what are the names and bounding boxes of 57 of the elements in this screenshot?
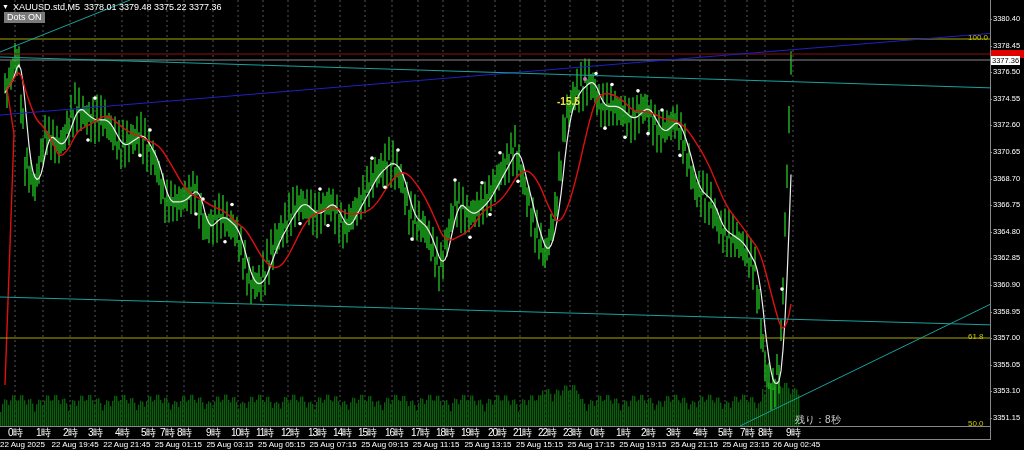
time-axis-label: 26 Aug 02:45 [773,440,821,450]
hour-label: 8時 [758,427,772,439]
hour-label: 3時 [666,427,680,439]
hour-label: 3時 [88,427,102,439]
hour-label: 14時 [333,427,352,439]
time-axis-label: 25 Aug 19:15 [619,440,667,450]
dots-toggle-button[interactable]: Dots ON [4,12,45,23]
hour-label: 2時 [63,427,77,439]
hour-label: 17時 [411,427,430,439]
time-axis-label: 25 Aug 01:15 [154,440,202,450]
time-axis-label: 25 Aug 11:15 [412,440,460,450]
fib-level-label: 61.8 [968,332,984,341]
hour-label: 0時 [590,427,604,439]
hour-label: 11時 [256,427,274,439]
hour-label: 19時 [461,427,480,439]
hour-label: 18時 [436,427,455,439]
hour-label: 12時 [281,427,300,439]
time-axis-label: 22 Aug 21:45 [103,440,151,450]
time-axis-label: 25 Aug 21:15 [670,440,718,450]
symbol-label: XAUUSD.std,M5 [12,1,80,13]
ohlc-values: 3378.01 3379.48 3375.22 3377.36 [83,1,222,13]
hour-label: 9時 [786,427,800,439]
price-change-label: -15.5 [557,96,580,108]
time-axis-label: 22 Aug 19:45 [51,440,99,450]
fib-level-label: 50.0 [968,419,984,428]
hour-label: 7時 [160,427,174,439]
time-axis-label: 25 Aug 07:15 [309,440,357,450]
hour-label: 13時 [308,427,327,439]
time-axis-label: 25 Aug 05:15 [258,440,306,450]
hour-label: 21時 [513,427,532,439]
hour-label: 20時 [488,427,507,439]
hour-label: 9時 [206,427,220,439]
time-axis-label: 25 Aug 13:15 [464,440,512,450]
hour-label: 10時 [231,427,250,439]
marker-dot [583,77,587,81]
hour-label: 4時 [115,427,129,439]
time-axis-label: 25 Aug 15:15 [516,440,564,450]
hour-label: 15時 [358,427,377,439]
hour-label: 23時 [563,427,582,439]
hour-label: 5時 [718,427,732,439]
hour-label: 5時 [141,427,155,439]
hour-label: 0時 [8,427,22,439]
time-axis-label: 22 Aug 2025 [0,440,45,450]
time-axis-label: 25 Aug 09:15 [361,440,409,450]
hour-label: 1時 [616,427,630,439]
hour-label: 8時 [177,427,191,439]
hour-label: 4時 [693,427,707,439]
fib-level-label: 100.0 [968,33,989,42]
hour-label: 7時 [740,427,754,439]
time-axis-label: 25 Aug 23:15 [722,440,770,450]
hour-label: 2時 [641,427,655,439]
hour-label: 22時 [538,427,557,439]
time-axis-label: 25 Aug 17:15 [567,440,615,450]
hour-label: 16時 [385,427,404,439]
countdown-label: 残り：8秒 [795,414,841,426]
hour-label: 1時 [36,427,50,439]
time-axis-label: 25 Aug 03:15 [206,440,254,450]
